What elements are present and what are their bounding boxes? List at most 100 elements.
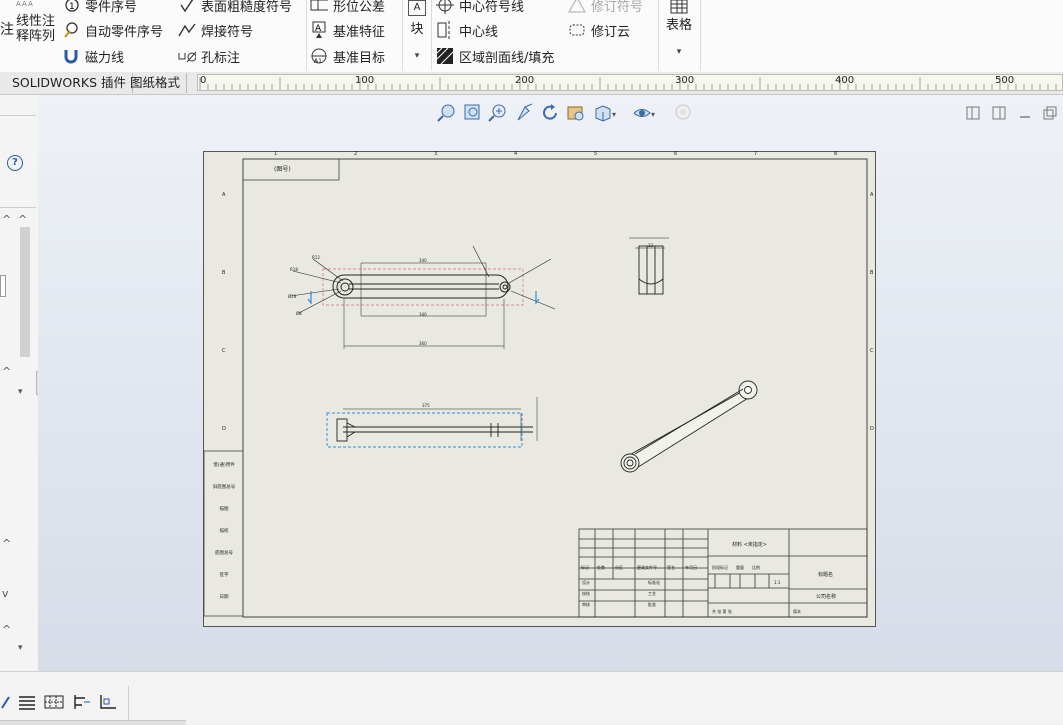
panel-scrollbar[interactable] xyxy=(20,227,30,357)
restore-icon[interactable] xyxy=(1043,106,1057,120)
zone-row-label: C xyxy=(222,348,226,354)
ribbon-partial-note-button[interactable]: 注 xyxy=(0,18,14,40)
note-icon[interactable] xyxy=(18,694,36,710)
zone-row-label: D xyxy=(222,426,226,432)
area-hatch-button[interactable]: 区域剖面线/填充 xyxy=(436,45,554,67)
title-block-approvals: 标准化 工艺 批准 xyxy=(648,577,660,610)
zone-col-label: 5 xyxy=(594,151,598,157)
coord-icon[interactable] xyxy=(98,694,118,710)
revision-cloud-button[interactable]: 修订云 xyxy=(568,19,630,41)
title-block-role: 校核 xyxy=(582,591,590,596)
title-block-sheet-count: 共 张 第 张 xyxy=(712,609,732,614)
pattern-icon: AAA xyxy=(16,0,34,8)
collapse-chevron-icon[interactable]: ^ xyxy=(2,213,11,226)
drawing-sheet[interactable]: 1 2 3 4 5 6 7 8 A B C D A B C D (图号) 借(通… xyxy=(203,151,876,627)
help-icon[interactable]: ? xyxy=(7,155,23,171)
collapse-chevron-icon[interactable]: ^ xyxy=(2,365,11,378)
ruler-label: 200 xyxy=(515,75,535,86)
collapse-chevron-icon[interactable]: ^ xyxy=(18,213,27,226)
hatch-fill-icon xyxy=(436,47,454,65)
left-block-row: 底图总号 xyxy=(215,551,233,556)
panel-input-edge[interactable] xyxy=(0,275,6,297)
title-block-version: 版本 xyxy=(793,609,801,614)
revision-symbol-button[interactable]: 修订符号 xyxy=(568,0,643,16)
balloon-icon: 1 xyxy=(62,0,80,14)
magnet-icon xyxy=(62,47,80,65)
title-block-scale: 1:1 xyxy=(774,580,781,585)
dimension-label: 12 xyxy=(648,243,654,248)
expand-chevron-icon[interactable]: v xyxy=(2,587,9,600)
left-block-rows: 借(通)用件 旧底图总号 描图 描校 底图总号 签字 日期 xyxy=(206,455,242,609)
hole-callout-button[interactable]: 孔标注 xyxy=(178,45,240,67)
zone-col-label: 2 xyxy=(354,151,358,157)
zone-row-label: B xyxy=(222,270,226,276)
tile-right-icon[interactable] xyxy=(992,106,1006,120)
datum-target-icon: A1 xyxy=(310,47,328,65)
title-block-drawing-name: 标题名 xyxy=(818,572,834,578)
panel-divider xyxy=(0,207,36,208)
dropdown-icon[interactable]: ▾ xyxy=(18,643,23,653)
sheet-top-label: (图号) xyxy=(274,166,291,173)
ribbon-separator xyxy=(658,0,659,70)
dimension-label: R18 xyxy=(290,267,298,272)
center-mark-button[interactable]: 中心符号线 xyxy=(436,0,524,16)
linear-note-pattern-button[interactable]: 线性注 释阵列 xyxy=(16,14,55,44)
title-block-header: 签名 xyxy=(667,565,675,570)
title-block-header: 标记 xyxy=(581,565,589,570)
magnetic-line-label: 磁力线 xyxy=(85,50,125,66)
dimension-label: Ø16 xyxy=(288,294,297,299)
centerline-button[interactable]: 中心线 xyxy=(436,19,498,41)
magnetic-line-button[interactable]: 磁力线 xyxy=(62,45,124,67)
auto-balloon-label: 自动零件序号 xyxy=(85,24,164,40)
geometric-tolerance-button[interactable]: 形位公差 xyxy=(310,0,385,16)
hole-callout-label: 孔标注 xyxy=(201,50,241,66)
left-block-row: 日期 xyxy=(219,595,229,600)
hole-callout-icon xyxy=(178,47,196,65)
balloon-button[interactable]: 1 零件序号 xyxy=(62,0,137,16)
tables-label: 表格 xyxy=(665,18,692,33)
appearance-icon[interactable] xyxy=(673,103,693,123)
centerline-label: 中心线 xyxy=(459,24,499,40)
surface-finish-icon xyxy=(178,0,196,14)
title-block-role: 设计 xyxy=(582,580,590,585)
minimize-icon[interactable] xyxy=(1018,106,1032,120)
title-block-company: 公司名称 xyxy=(816,594,837,600)
geometric-tolerance-label: 形位公差 xyxy=(333,0,386,15)
horizontal-ruler: 0 100 200 300 400 500 xyxy=(197,74,1063,91)
dimension-label: Ø8 xyxy=(296,311,302,316)
title-block-header: 分区 xyxy=(615,565,623,570)
svg-text:▾: ▾ xyxy=(612,110,616,119)
table-icon xyxy=(670,0,688,14)
zoom-to-area-icon[interactable] xyxy=(463,103,483,123)
tables-button[interactable]: 表格 ▾ xyxy=(662,0,696,57)
title-block-std: 标准化 xyxy=(648,580,660,585)
datum-feature-label: 基准特征 xyxy=(333,24,386,40)
surface-finish-button[interactable]: 表面粗糙度符号 xyxy=(178,0,292,16)
left-block-row: 描图 xyxy=(219,507,229,512)
weld-symbol-button[interactable]: 焊接符号 xyxy=(178,19,253,41)
zoom-selection-icon[interactable] xyxy=(488,103,508,123)
smart-dimension-icon[interactable] xyxy=(0,694,12,710)
view-orientation-icon[interactable]: ▾ xyxy=(593,103,616,123)
align-icon[interactable] xyxy=(72,694,92,710)
tab-solidworks-addins[interactable]: SOLIDWORKS 插件 xyxy=(6,73,134,93)
dimension-label: 375 xyxy=(422,403,430,408)
collapse-chevron-icon[interactable]: ^ xyxy=(2,623,11,636)
zone-col-label: 8 xyxy=(834,151,838,157)
pan-icon[interactable] xyxy=(515,103,535,123)
left-block-row: 旧底图总号 xyxy=(212,485,236,490)
dropdown-icon[interactable]: ▾ xyxy=(18,387,23,397)
hatch-icon[interactable] xyxy=(44,694,64,710)
view-settings-icon[interactable] xyxy=(566,103,586,123)
auto-balloon-button[interactable]: 自动零件序号 xyxy=(62,19,163,41)
tab-sheet-format[interactable]: 图纸格式 xyxy=(124,73,188,93)
title-block-phase-label: 比例 xyxy=(752,565,760,570)
zoom-to-fit-icon[interactable] xyxy=(437,103,457,123)
tile-left-icon[interactable] xyxy=(966,106,980,120)
hide-show-icon[interactable]: ▾ xyxy=(632,103,655,123)
collapse-chevron-icon[interactable]: ^ xyxy=(2,537,11,550)
datum-target-button[interactable]: A1 基准目标 xyxy=(310,45,385,67)
rotate-icon[interactable] xyxy=(540,103,560,123)
datum-feature-button[interactable]: A 基准特征 xyxy=(310,19,385,41)
block-button[interactable]: A 块 ▾ xyxy=(406,0,428,62)
